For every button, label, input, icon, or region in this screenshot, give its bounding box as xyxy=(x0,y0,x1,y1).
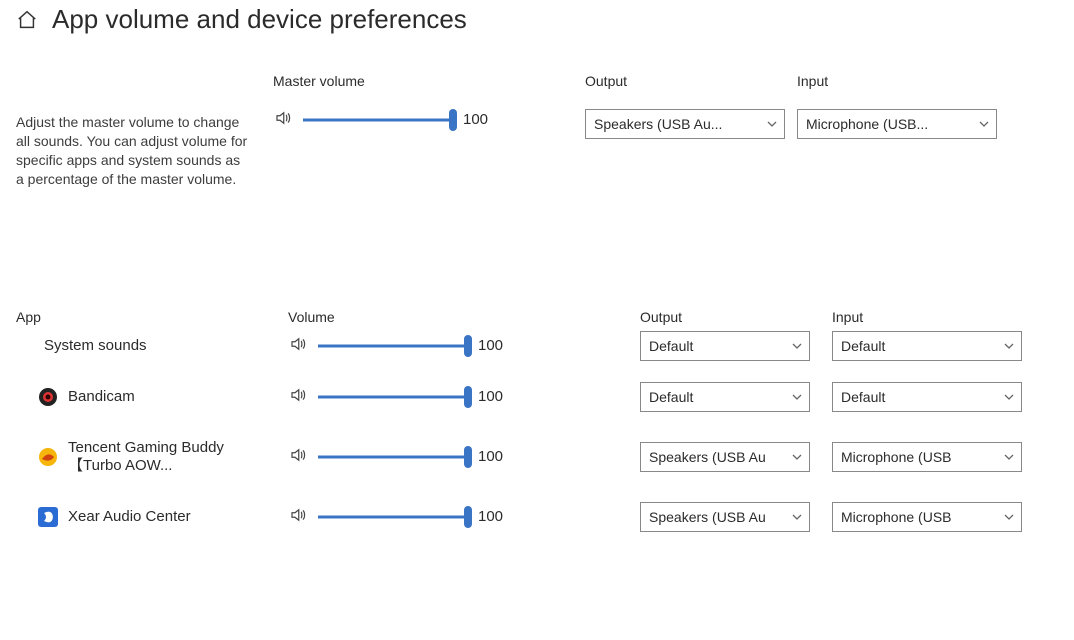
speaker-icon xyxy=(288,446,308,467)
app-volume-slider[interactable]: 100 xyxy=(248,506,598,527)
app-name: System sounds xyxy=(44,337,147,354)
app-input-dropdown[interactable]: Default xyxy=(832,382,1022,412)
app-volume-value: 100 xyxy=(478,388,508,405)
col-volume-label: Volume xyxy=(248,309,598,325)
chevron-down-icon xyxy=(1003,511,1015,523)
app-volume-value: 100 xyxy=(478,508,508,525)
chevron-down-icon xyxy=(791,340,803,352)
bandicam-icon xyxy=(38,387,58,407)
xear-icon xyxy=(38,507,58,527)
app-name: Tencent Gaming Buddy【Turbo AOW... xyxy=(68,439,228,474)
master-input-dropdown[interactable]: Microphone (USB... xyxy=(797,109,997,139)
app-volume-value: 100 xyxy=(478,337,508,354)
master-volume-track[interactable] xyxy=(303,110,453,130)
app-row: System sounds 100 Default Default xyxy=(16,325,1058,367)
col-app-label: App xyxy=(16,309,236,325)
chevron-down-icon xyxy=(1003,340,1015,352)
chevron-down-icon xyxy=(766,118,778,130)
app-section-headers: App Volume Output Input xyxy=(16,309,1058,325)
app-output-selected: Speakers (USB Au xyxy=(649,509,766,525)
speaker-icon xyxy=(288,386,308,407)
app-section: App Volume Output Input System sounds 100… xyxy=(16,309,1058,547)
app-output-dropdown[interactable]: Default xyxy=(640,382,810,412)
chevron-down-icon xyxy=(1003,451,1015,463)
chevron-down-icon xyxy=(791,391,803,403)
app-cell: Tencent Gaming Buddy【Turbo AOW... xyxy=(16,439,236,474)
master-section: Adjust the master volume to change all s… xyxy=(16,73,1058,189)
app-output-selected: Default xyxy=(649,389,693,405)
speaker-icon xyxy=(288,335,308,356)
speaker-icon xyxy=(273,109,293,130)
app-cell: Xear Audio Center xyxy=(16,507,236,527)
app-input-dropdown[interactable]: Microphone (USB xyxy=(832,502,1022,532)
master-output-dropdown[interactable]: Speakers (USB Au... xyxy=(585,109,785,139)
chevron-down-icon xyxy=(791,511,803,523)
app-output-selected: Default xyxy=(649,338,693,354)
app-name: Bandicam xyxy=(68,388,135,405)
page-title: App volume and device preferences xyxy=(52,4,467,35)
master-volume-label: Master volume xyxy=(273,73,573,89)
chevron-down-icon xyxy=(1003,391,1015,403)
app-name: Xear Audio Center xyxy=(68,508,191,525)
master-volume-slider[interactable]: 100 xyxy=(273,109,573,130)
chevron-down-icon xyxy=(978,118,990,130)
master-volume-value: 100 xyxy=(463,111,493,128)
master-description: Adjust the master volume to change all s… xyxy=(16,113,261,189)
app-row: Xear Audio Center 100 Speakers (USB Au Micr… xyxy=(16,487,1058,547)
master-output-label: Output xyxy=(585,73,785,89)
app-volume-track[interactable] xyxy=(318,507,468,527)
app-volume-slider[interactable]: 100 xyxy=(248,446,598,467)
app-output-selected: Speakers (USB Au xyxy=(649,449,766,465)
app-cell: Bandicam xyxy=(16,387,236,407)
app-input-selected: Microphone (USB xyxy=(841,509,952,525)
col-input-label: Input xyxy=(822,309,1022,325)
app-volume-slider[interactable]: 100 xyxy=(248,386,598,407)
speaker-icon xyxy=(288,506,308,527)
master-input-label: Input xyxy=(797,73,997,89)
app-volume-track[interactable] xyxy=(318,387,468,407)
chevron-down-icon xyxy=(791,451,803,463)
app-volume-track[interactable] xyxy=(318,447,468,467)
app-volume-value: 100 xyxy=(478,448,508,465)
home-icon[interactable] xyxy=(16,9,38,31)
header: App volume and device preferences xyxy=(16,0,1058,35)
app-cell: System sounds xyxy=(16,337,236,354)
app-row: Tencent Gaming Buddy【Turbo AOW... 100 Spea… xyxy=(16,427,1058,487)
app-volume-track[interactable] xyxy=(318,336,468,356)
app-output-dropdown[interactable]: Speakers (USB Au xyxy=(640,502,810,532)
app-input-selected: Microphone (USB xyxy=(841,449,952,465)
app-input-selected: Default xyxy=(841,389,885,405)
app-input-dropdown[interactable]: Default xyxy=(832,331,1022,361)
app-volume-slider[interactable]: 100 xyxy=(248,335,598,356)
app-input-dropdown[interactable]: Microphone (USB xyxy=(832,442,1022,472)
app-row: Bandicam 100 Default Default xyxy=(16,367,1058,427)
app-output-dropdown[interactable]: Default xyxy=(640,331,810,361)
app-output-dropdown[interactable]: Speakers (USB Au xyxy=(640,442,810,472)
master-input-selected: Microphone (USB... xyxy=(806,116,928,132)
app-input-selected: Default xyxy=(841,338,885,354)
master-output-selected: Speakers (USB Au... xyxy=(594,116,722,132)
tencent-icon xyxy=(38,447,58,467)
col-output-label: Output xyxy=(610,309,810,325)
